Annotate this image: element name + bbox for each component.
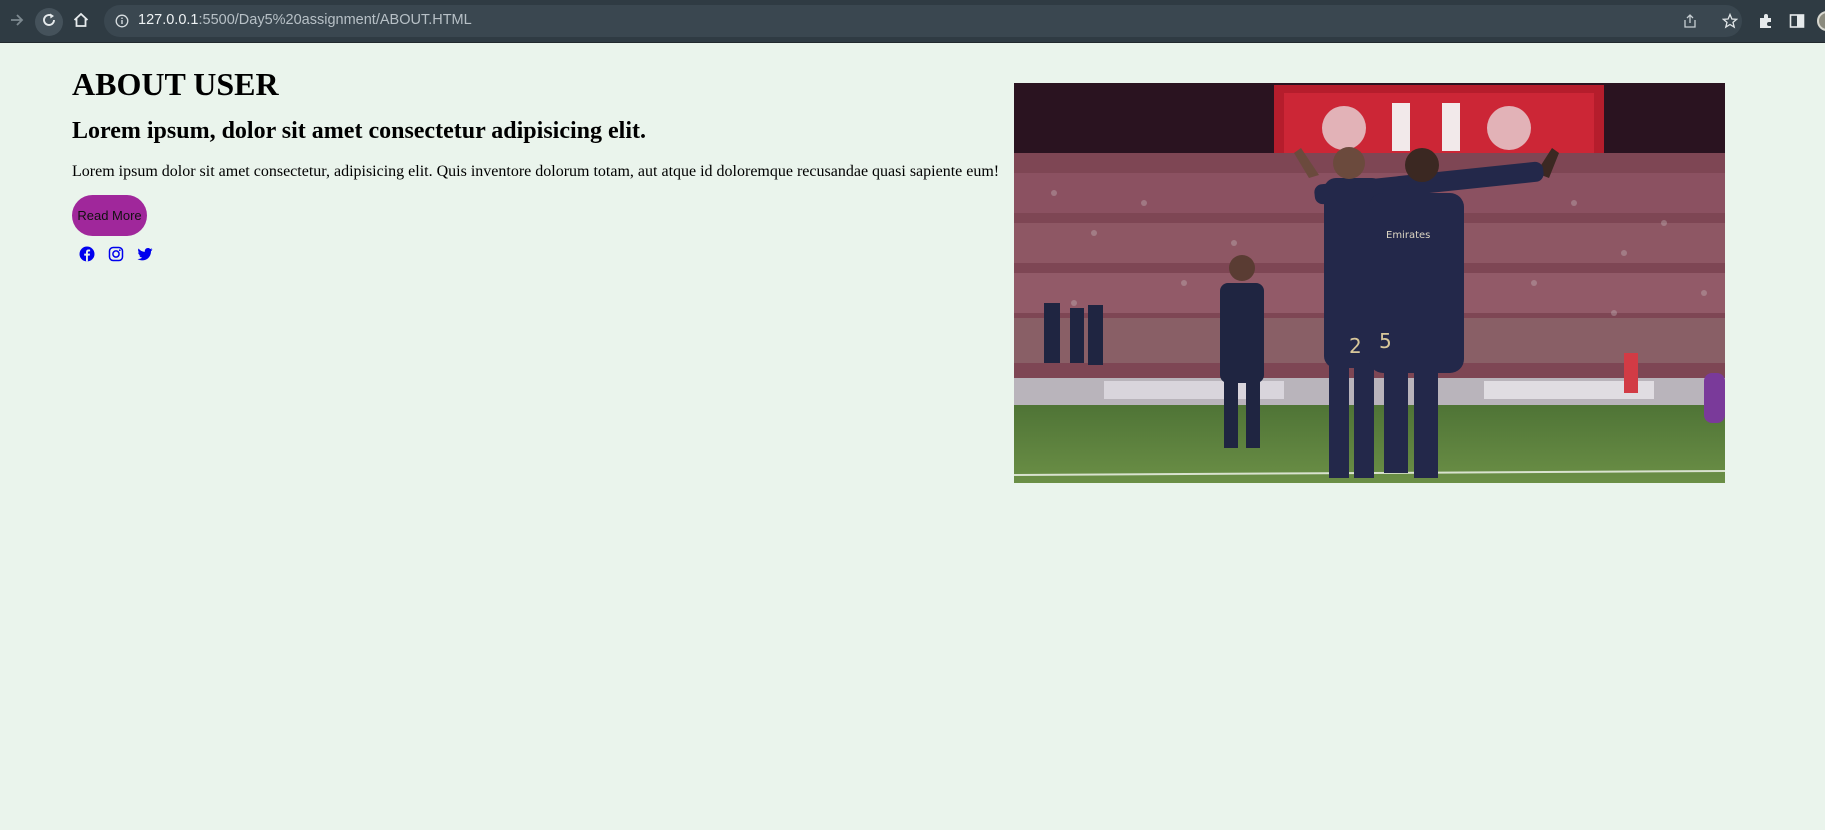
football-celebration-photo: Emirates 2 5 [1014,83,1725,483]
about-section: ABOUT USER Lorem ipsum, dolor sit amet c… [72,63,1012,262]
facebook-icon[interactable] [79,246,95,262]
home-button[interactable] [67,8,95,36]
forward-button[interactable] [3,8,31,36]
share-icon[interactable] [1682,13,1698,29]
forward-icon [8,11,26,34]
reload-button[interactable] [35,8,63,36]
svg-text:Emirates: Emirates [1386,230,1430,241]
home-icon [72,11,90,34]
address-bar[interactable]: 127.0.0.1:5500/Day5%20assignment/ABOUT.H… [104,5,1742,37]
browser-toolbar: 127.0.0.1:5500/Day5%20assignment/ABOUT.H… [0,0,1825,43]
about-paragraph: Lorem ipsum dolor sit amet consectetur, … [72,163,1000,180]
side-panel-icon[interactable] [1788,12,1806,30]
svg-text:5: 5 [1379,329,1392,353]
url-path: :5500/Day5%20assignment/ABOUT.HTML [198,12,472,28]
site-info-icon[interactable] [114,13,130,29]
extensions-icon[interactable] [1757,12,1775,30]
url-host: 127.0.0.1 [138,12,199,28]
reload-icon [40,11,58,34]
bookmark-star-icon[interactable] [1722,13,1738,29]
svg-text:2: 2 [1349,334,1362,358]
page-body: ABOUT USER Lorem ipsum, dolor sit amet c… [0,43,1825,830]
page-subtitle: Lorem ipsum, dolor sit amet consectetur … [72,118,646,144]
social-links [72,246,1012,262]
instagram-icon[interactable] [108,246,124,262]
twitter-icon[interactable] [137,246,153,262]
url-text: 127.0.0.1:5500/Day5%20assignment/ABOUT.H… [138,12,472,28]
profile-avatar[interactable] [1817,11,1825,31]
page-title: ABOUT USER [72,66,279,102]
read-more-button[interactable]: Read More [72,195,147,236]
